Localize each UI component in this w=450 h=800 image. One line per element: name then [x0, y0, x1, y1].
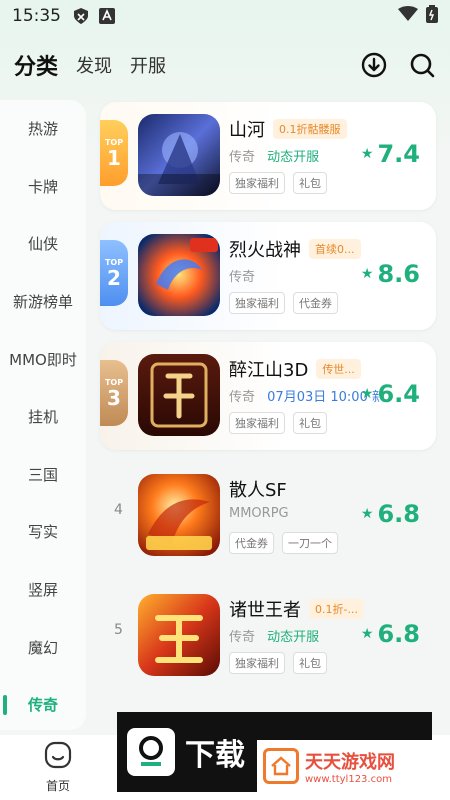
game-name: 山河: [229, 120, 265, 141]
sidebar-item-portrait[interactable]: 竖屏: [0, 561, 86, 619]
star-icon: ★: [360, 386, 374, 402]
sidebar-item-new-games[interactable]: 新游榜单: [0, 273, 86, 331]
game-score: ★ 6.8: [360, 620, 420, 648]
server-status: 动态开服: [267, 150, 320, 164]
wifi-icon: [398, 6, 418, 26]
watermark-site-url: www.ttyl123.com: [305, 773, 392, 785]
rank-badge: TOP 3: [100, 360, 128, 426]
status-bar: 15:35: [0, 0, 450, 32]
sidebar-item-three-kingdoms[interactable]: 三国: [0, 446, 86, 504]
nav-home[interactable]: 首页: [38, 741, 78, 794]
game-genre: 传奇: [229, 630, 256, 644]
game-tag: 一刀一个: [282, 532, 338, 554]
nav-home-label: 首页: [45, 779, 70, 793]
home-icon: [44, 741, 72, 773]
game-card[interactable]: 5 诸世王者 0.1折-... 传奇 动态开服 独家福利 礼包 ★ 6.8: [100, 582, 436, 690]
app-notification-icon: [99, 8, 115, 24]
game-score: ★ 6.4: [360, 380, 420, 408]
top-tab-bar: 分类 发现 开服: [0, 40, 450, 90]
game-card[interactable]: TOP 1 山河 0.1折骷髅服 传奇 动态开服 独家福利 礼包 ★ 7.4: [100, 102, 436, 210]
star-icon: ★: [360, 266, 374, 282]
sidebar-item-hot[interactable]: 热游: [0, 100, 86, 158]
game-tag: 代金券: [293, 292, 338, 314]
game-score: ★ 8.6: [360, 260, 420, 288]
battery-icon: [426, 5, 438, 27]
game-genre: 传奇: [229, 390, 256, 404]
watermark-site-title: 天天游戏网: [305, 751, 395, 773]
game-tag: 代金券: [229, 532, 274, 554]
game-tag: 独家福利: [229, 292, 285, 314]
game-icon[interactable]: [138, 114, 220, 196]
tab-category[interactable]: 分类: [14, 49, 58, 81]
promo-badge: 传世...: [316, 359, 361, 379]
game-genre: 传奇: [229, 270, 256, 284]
sidebar-item-mmo[interactable]: MMO即时: [0, 330, 86, 388]
status-time: 15:35: [12, 6, 61, 26]
tab-discover[interactable]: 发现: [76, 52, 112, 78]
game-name: 散人SF: [229, 480, 287, 501]
rank-badge: TOP 1: [100, 120, 128, 186]
download-icon[interactable]: [360, 51, 388, 79]
category-sidebar: 热游 卡牌 仙侠 新游榜单 MMO即时 挂机 三国 写实 竖屏 魔幻 传奇: [0, 100, 86, 730]
rank-badge: TOP 2: [100, 240, 128, 306]
sidebar-item-realistic[interactable]: 写实: [0, 503, 86, 561]
shield-icon: [73, 8, 89, 24]
rank-number: 5: [114, 622, 123, 638]
game-icon[interactable]: [138, 234, 220, 316]
game-card[interactable]: 4 散人SF MMORPG 代金券 一刀一个 ★ 6.8: [100, 462, 436, 570]
game-tag: 礼包: [293, 652, 327, 674]
game-tag: 礼包: [293, 412, 327, 434]
promo-badge: 0.1折骷髅服: [273, 119, 347, 139]
game-genre: 传奇: [229, 150, 256, 164]
house-logo-icon: [263, 748, 299, 784]
game-name: 醉江山3D: [229, 360, 309, 381]
game-tag: 独家福利: [229, 652, 285, 674]
game-tag: 礼包: [293, 172, 327, 194]
tab-server-open[interactable]: 开服: [130, 52, 166, 78]
game-tag: 独家福利: [229, 172, 285, 194]
game-score: ★ 6.8: [360, 500, 420, 528]
watermark-right: 天天游戏网 www.ttyl123.com: [257, 740, 432, 792]
sidebar-item-xianxia[interactable]: 仙侠: [0, 215, 86, 273]
rank-number: 4: [114, 502, 123, 518]
game-icon[interactable]: [138, 354, 220, 436]
star-icon: ★: [360, 626, 374, 642]
game-card[interactable]: TOP 3 醉江山3D 传世... 传奇 07月03日 10:00 新 独家福利…: [100, 342, 436, 450]
game-genre: MMORPG: [229, 506, 289, 521]
promo-badge: 首续0...: [309, 239, 361, 259]
sidebar-item-legend[interactable]: 传奇: [0, 676, 86, 734]
promo-badge: 0.1折-...: [309, 599, 364, 619]
game-tag: 独家福利: [229, 412, 285, 434]
game-score: ★ 7.4: [360, 140, 420, 168]
star-icon: ★: [360, 506, 374, 522]
search-icon[interactable]: [408, 51, 436, 79]
watermark-left: 下载: [117, 712, 257, 792]
sidebar-item-fantasy[interactable]: 魔幻: [0, 618, 86, 676]
server-status: 动态开服: [267, 630, 320, 644]
game-name: 诸世王者: [229, 600, 301, 621]
game-name: 烈火战神: [229, 240, 301, 261]
sidebar-item-card[interactable]: 卡牌: [0, 158, 86, 216]
star-icon: ★: [360, 146, 374, 162]
watermark-text: 下载: [185, 738, 245, 773]
watermark-logo-icon: [127, 728, 175, 776]
game-icon[interactable]: [138, 474, 220, 556]
game-card[interactable]: TOP 2 烈火战神 首续0... 传奇 独家福利 代金券 ★ 8.6: [100, 222, 436, 330]
sidebar-item-idle[interactable]: 挂机: [0, 388, 86, 446]
game-icon[interactable]: [138, 594, 220, 676]
